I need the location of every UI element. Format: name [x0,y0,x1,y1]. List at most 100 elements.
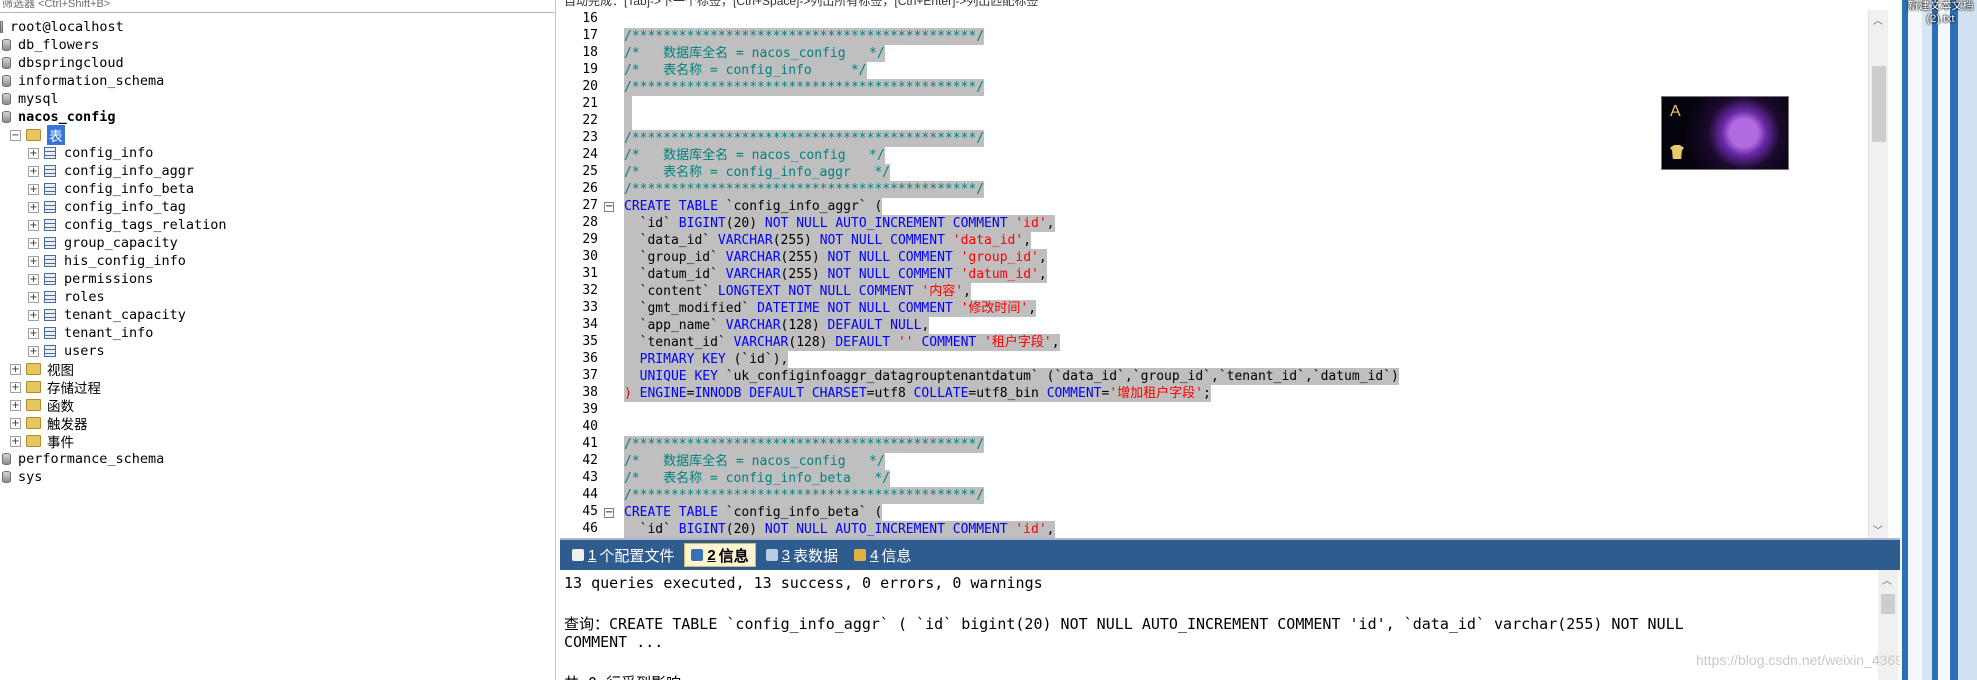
table-icon [44,345,56,357]
scrollbar-thumb[interactable] [1881,594,1895,614]
expand-icon[interactable]: + [10,381,21,393]
line-number: 31 [582,266,598,281]
code-line: CREATE TABLE `config_info_beta` ( [624,504,883,521]
tree-table[interactable]: + users [28,342,105,360]
tree-item-label: users [64,343,105,359]
expand-icon[interactable]: + [28,273,39,285]
table-icon [44,165,56,177]
expand-icon[interactable]: + [28,327,39,339]
code-line: `app_name` VARCHAR(128) DEFAULT NULL, [624,317,930,334]
tree-table[interactable]: + permissions [28,270,153,288]
tree-host[interactable]: root@localhost [0,18,124,36]
line-number: 44 [582,487,598,502]
result-tab[interactable]: 1 个配置文件 [566,543,680,567]
table-icon [44,255,56,267]
tree-database[interactable]: db_flowers [2,36,99,54]
tree-folder-tables[interactable]: − 表 [10,125,65,145]
tree-table[interactable]: + config_info [28,144,153,162]
collapse-icon[interactable]: − [10,129,21,141]
line-number: 25 [582,164,598,179]
expand-icon[interactable]: + [28,183,39,195]
code-token: NOT NULL AUTO_INCREMENT COMMENT [764,522,1016,537]
code-line: `gmt_modified` DATETIME NOT NULL COMMENT… [624,300,1037,317]
tree-database[interactable]: mysql [2,90,59,108]
code-token: 'id' [1015,522,1047,537]
expand-icon[interactable]: + [28,147,39,159]
tree-table[interactable]: + config_tags_relation [28,216,227,234]
tree-table[interactable]: + roles [28,288,105,306]
code-token: , [1038,250,1047,265]
code-area[interactable]: /***************************************… [624,10,1864,538]
tree-folder[interactable]: + 存储过程 [10,378,101,397]
fold-toggle-icon[interactable]: − [604,202,614,212]
floating-wallpaper-thumbnail: A [1661,96,1789,170]
expand-icon[interactable]: + [10,363,21,375]
expand-icon[interactable]: + [10,399,21,411]
scroll-up-icon[interactable]: ︿ [1873,12,1883,27]
autocomplete-hint: 自动完成：[Tab]->下一个标签，[Ctrl+Space]->列出所有标签，[… [564,0,1039,8]
expand-icon[interactable]: + [28,237,39,249]
tree-database-active[interactable]: nacos_config [2,108,116,126]
tree-table[interactable]: + config_info_beta [28,180,194,198]
expand-icon[interactable]: + [28,309,39,321]
code-token: `app_name` [624,318,726,333]
tree-database[interactable]: information_schema [2,72,164,90]
scrollbar-thumb[interactable] [1872,66,1886,142]
folder-icon [26,363,41,375]
expand-icon[interactable]: + [28,345,39,357]
tree-table[interactable]: + his_config_info [28,252,186,270]
tree-folder[interactable]: + 视图 [10,360,74,379]
result-tab[interactable]: 4 信息 [848,543,917,567]
tree-database[interactable]: sys [2,468,42,486]
tree-item-label: nacos_config [18,109,116,125]
tree-table[interactable]: + config_info_tag [28,198,186,216]
scroll-down-icon[interactable]: ﹀ [1873,522,1883,537]
scroll-up-icon[interactable]: ︿ [1882,572,1892,587]
code-token: , [1046,522,1055,537]
filter-input[interactable]: 筛选器 <Ctrl+Shift+B> [0,0,554,13]
line-number: 42 [582,453,598,468]
tree-table[interactable]: + tenant_info [28,324,153,342]
tree-folder[interactable]: + 触发器 [10,414,88,433]
tree-table[interactable]: + group_capacity [28,234,178,252]
database-icon [2,471,11,483]
code-token: (128) [788,335,836,350]
expand-icon[interactable]: + [28,255,39,267]
expand-icon[interactable]: + [28,219,39,231]
line-number: 41 [582,436,598,451]
fold-toggle-icon[interactable]: − [604,508,614,518]
desktop-file-icon[interactable]: 新建文本文档 (2).txt [1904,0,1977,40]
expand-icon[interactable]: + [28,201,39,213]
tree-database[interactable]: dbspringcloud [2,54,124,72]
expand-icon[interactable]: + [28,165,39,177]
tree-table[interactable]: + config_info_aggr [28,162,194,180]
expand-icon[interactable]: + [10,435,21,447]
code-line: UNIQUE KEY `uk_configinfoaggr_datagroupt… [624,368,1399,385]
tree-table[interactable]: + tenant_capacity [28,306,186,324]
line-number: 22 [582,113,598,128]
code-token: CREATE TABLE [624,199,726,214]
tree-folder[interactable]: + 事件 [10,432,74,451]
tree-folder[interactable]: + 函数 [10,396,74,415]
expand-icon[interactable]: + [28,291,39,303]
code-token: `gmt_modified` [624,301,758,316]
editor-scrollbar[interactable]: ︿ ﹀ [1868,10,1888,538]
tree-database[interactable]: performance_schema [2,450,164,468]
line-number: 32 [582,283,598,298]
code-token: /***************************************… [624,488,985,503]
line-number: 23 [582,130,598,145]
code-line: `data_id` VARCHAR(255) NOT NULL COMMENT … [624,232,1032,249]
expand-icon[interactable]: + [10,417,21,429]
result-tab[interactable]: 3 表数据 [760,543,844,567]
line-number: 16 [582,11,598,26]
info-history-icon [854,549,867,561]
tree-item-label: information_schema [18,73,165,89]
result-tab[interactable]: 2 信息 [684,543,756,567]
line-number: 35 [582,334,598,349]
code-line: PRIMARY KEY (`id`), [624,351,789,368]
sql-editor[interactable]: 自动完成：[Tab]->下一个标签，[Ctrl+Space]->列出所有标签，[… [560,0,1888,538]
code-token: DEFAULT [835,335,898,350]
tree-item-label: sys [18,469,43,485]
code-line: ) ENGINE=INNODB DEFAULT CHARSET=utf8 COL… [624,385,1211,402]
